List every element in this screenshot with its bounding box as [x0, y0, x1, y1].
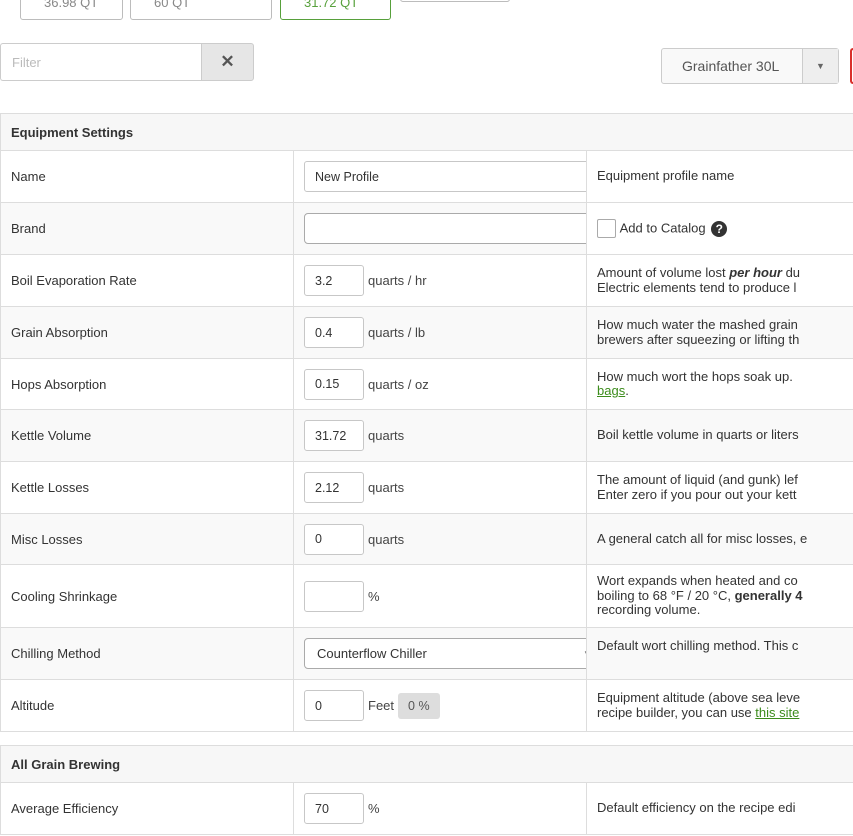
desc-text: How much wort the hops soak up.: [597, 368, 793, 384]
desc-text: du: [781, 265, 801, 280]
desc-text: Electric elements tend to produce l: [597, 279, 797, 295]
all-grain-table: All Grain Brewing Average Efficiency % D…: [0, 745, 853, 835]
volume-chip-label: 36.98 QT: [44, 0, 99, 10]
hops-absorption-input[interactable]: [304, 368, 364, 400]
setting-description: Boil kettle volume in quarts or liters: [586, 409, 853, 462]
setting-description: How much water the mashed grain brewers …: [586, 306, 853, 359]
setting-label: Misc Losses: [0, 513, 294, 565]
setting-row-kettle-volume: Kettle Volume quarts Boil kettle volume …: [0, 409, 853, 462]
volume-chip-4[interactable]: [400, 0, 510, 2]
setting-label: Cooling Shrinkage: [0, 564, 294, 628]
setting-row-hops-absorption: Hops Absorption quarts / oz How much wor…: [0, 358, 853, 410]
unit-label: quarts: [368, 531, 405, 547]
cooling-shrinkage-input[interactable]: [304, 580, 364, 612]
setting-description: How much wort the hops soak up. bags.: [586, 358, 853, 410]
setting-description: Equipment altitude (above sea leve recip…: [586, 679, 853, 732]
setting-description: Default efficiency on the recipe edi: [586, 782, 853, 835]
brand-select[interactable]: ▼: [304, 213, 586, 244]
setting-row-brand: Brand ▼ Add to Catalog ?: [0, 202, 853, 255]
setting-label: Average Efficiency: [0, 782, 294, 835]
volume-chip-1[interactable]: 36.98 QT: [20, 0, 123, 20]
desc-text: Enter zero if you pour out your kett: [597, 486, 797, 502]
setting-row-misc-losses: Misc Losses quarts A general catch all f…: [0, 513, 853, 565]
setting-label: Kettle Volume: [0, 409, 294, 462]
setting-row-chilling-method: Chilling Method Counterflow Chiller ▼ Def…: [0, 627, 853, 680]
setting-row-grain-absorption: Grain Absorption quarts / lb How much wa…: [0, 306, 853, 359]
kettle-volume-input[interactable]: [304, 420, 364, 451]
section-heading-equipment: Equipment Settings: [0, 113, 853, 151]
desc-text: Amount of volume lost: [597, 265, 730, 280]
unit-label: %: [368, 801, 380, 816]
desc-emphasis: generally 4: [734, 587, 803, 603]
setting-row-boil-evaporation: Boil Evaporation Rate quarts / hr Amount…: [0, 254, 853, 307]
desc-text: The amount of liquid (and gunk) lef: [597, 472, 798, 487]
setting-row-average-efficiency: Average Efficiency % Default efficiency …: [0, 782, 853, 835]
desc-text: Equipment altitude (above sea leve: [597, 690, 801, 705]
desc-text: brewers after squeezing or lifting th: [597, 331, 800, 347]
chilling-method-select[interactable]: Counterflow Chiller ▼: [304, 638, 586, 669]
setting-label: Hops Absorption: [0, 358, 294, 410]
setting-row-cooling-shrinkage: Cooling Shrinkage % Wort expands when he…: [0, 564, 853, 628]
volume-chip-label: 60 QT: [154, 0, 191, 10]
section-heading-all-grain: All Grain Brewing: [0, 745, 853, 783]
chevron-down-icon: ▼: [583, 639, 585, 668]
desc-text: boiling to 68 °F / 20 °C,: [597, 587, 735, 603]
desc-emphasis: per hour: [729, 265, 782, 280]
setting-description: Wort expands when heated and co boiling …: [586, 564, 853, 628]
add-to-catalog-checkbox[interactable]: [597, 219, 616, 238]
bags-link[interactable]: bags: [597, 383, 625, 398]
desc-text: recording volume.: [597, 602, 701, 618]
setting-description: A general catch all for misc losses, e: [586, 513, 853, 565]
altitude-input[interactable]: [304, 690, 364, 721]
filter-clear-button[interactable]: ✕: [201, 43, 254, 81]
setting-row-altitude: Altitude Feet0 % Equipment altitude (abo…: [0, 679, 853, 732]
unit-label: quarts: [368, 428, 405, 443]
equipment-settings-table: Equipment Settings Name Equipment profil…: [0, 113, 853, 732]
boil-evaporation-input[interactable]: [304, 265, 364, 296]
desc-text: .: [625, 383, 629, 398]
misc-losses-input[interactable]: [304, 523, 364, 555]
name-input[interactable]: [304, 161, 586, 192]
unit-label: quarts: [368, 480, 405, 495]
unit-label: %: [368, 588, 380, 604]
desc-text: recipe builder, you can use: [597, 704, 756, 720]
setting-label: Name: [0, 150, 294, 203]
setting-label: Chilling Method: [0, 627, 294, 680]
setting-row-kettle-losses: Kettle Losses quarts The amount of liqui…: [0, 461, 853, 514]
unit-label: quarts / oz: [368, 376, 429, 392]
setting-row-name: Name Equipment profile name: [0, 150, 853, 203]
filter-group: ✕: [0, 43, 254, 81]
volume-chip-2[interactable]: 60 QT: [130, 0, 272, 20]
unit-label: quarts / lb: [368, 325, 426, 340]
setting-description: Amount of volume lost per hour du Electr…: [586, 254, 853, 307]
kettle-losses-input[interactable]: [304, 472, 364, 503]
filter-input[interactable]: [0, 43, 201, 81]
equipment-profile-select[interactable]: Grainfather 30L ▼: [661, 48, 839, 84]
close-icon: ✕: [220, 52, 235, 71]
equipment-profile-value: Grainfather 30L: [682, 58, 780, 74]
setting-label: Grain Absorption: [0, 306, 294, 359]
help-icon[interactable]: ?: [711, 220, 728, 237]
chilling-method-value: Counterflow Chiller: [317, 646, 427, 661]
average-efficiency-input[interactable]: [304, 793, 364, 824]
setting-label: Brand: [0, 202, 294, 255]
volume-chip-label: 31.72 QT: [304, 0, 359, 10]
altitude-percent-badge: 0 %: [398, 692, 440, 719]
chevron-down-icon: ▼: [802, 49, 838, 83]
setting-description: Equipment profile name: [586, 150, 853, 203]
unit-label: Feet: [368, 698, 395, 713]
unit-label: quarts / hr: [368, 273, 427, 288]
add-to-catalog-label: Add to Catalog: [619, 220, 706, 236]
setting-description: The amount of liquid (and gunk) lef Ente…: [586, 461, 853, 514]
volume-chip-3-selected[interactable]: 31.72 QT: [280, 0, 391, 20]
setting-description: Default wort chilling method. This c: [586, 627, 853, 680]
this-site-link[interactable]: this site: [755, 705, 799, 720]
setting-label: Altitude: [0, 679, 294, 732]
desc-text: Wort expands when heated and co: [597, 573, 798, 589]
setting-label: Kettle Losses: [0, 461, 294, 514]
desc-text: How much water the mashed grain: [597, 317, 798, 332]
setting-label: Boil Evaporation Rate: [0, 254, 294, 307]
grain-absorption-input[interactable]: [304, 317, 364, 348]
